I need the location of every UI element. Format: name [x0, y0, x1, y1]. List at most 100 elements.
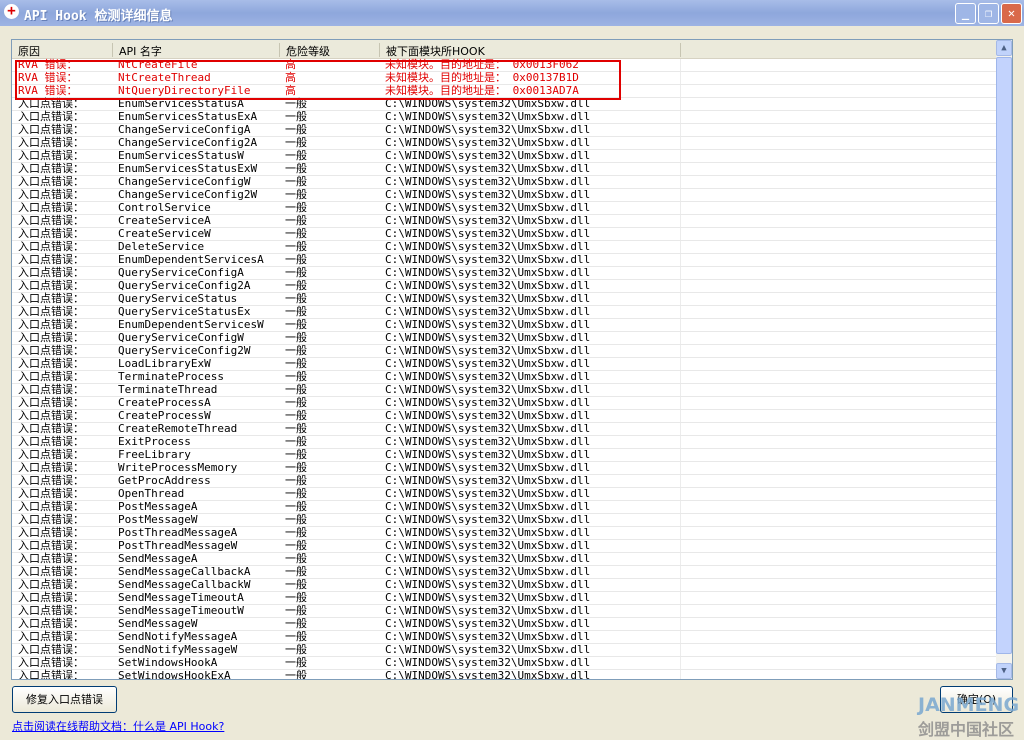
reason-cell: 入口点错误： — [18, 630, 84, 643]
module-cell: C:\WINDOWS\system32\UmxSbxw.dll — [385, 578, 591, 591]
api-cell: ChangeServiceConfigW — [118, 175, 251, 188]
api-cell: LoadLibraryExW — [118, 357, 211, 370]
column-header-reason[interactable]: 原因 — [12, 43, 40, 58]
level-cell: 一般 — [285, 643, 307, 656]
level-cell: 一般 — [285, 305, 307, 318]
level-cell: 一般 — [285, 136, 307, 149]
module-cell: C:\WINDOWS\system32\UmxSbxw.dll — [385, 370, 591, 383]
level-cell: 一般 — [285, 331, 307, 344]
reason-cell: 入口点错误： — [18, 565, 84, 578]
level-cell: 一般 — [285, 578, 307, 591]
module-cell: C:\WINDOWS\system32\UmxSbxw.dll — [385, 669, 591, 680]
reason-cell: 入口点错误： — [18, 578, 84, 591]
module-cell: C:\WINDOWS\system32\UmxSbxw.dll — [385, 188, 591, 201]
level-cell: 一般 — [285, 370, 307, 383]
api-cell: EnumServicesStatusW — [118, 149, 244, 162]
api-cell: EnumDependentServicesW — [118, 318, 264, 331]
api-cell: SendNotifyMessageW — [118, 643, 238, 656]
column-header-level[interactable]: 危险等级 — [279, 43, 330, 58]
module-cell: C:\WINDOWS\system32\UmxSbxw.dll — [385, 240, 591, 253]
module-cell: C:\WINDOWS\system32\UmxSbxw.dll — [385, 565, 591, 578]
level-cell: 一般 — [285, 461, 307, 474]
reason-cell: 入口点错误： — [18, 240, 84, 253]
reason-cell: 入口点错误： — [18, 669, 84, 680]
module-cell: C:\WINDOWS\system32\UmxSbxw.dll — [385, 604, 591, 617]
help-link[interactable]: 点击阅读在线帮助文档：什么是 API Hook? — [12, 718, 224, 734]
title-bar: + API Hook 检测详细信息 _ ❐ ✕ — [0, 0, 1024, 26]
reason-cell: 入口点错误： — [18, 552, 84, 565]
scroll-thumb[interactable] — [996, 57, 1012, 654]
module-cell: C:\WINDOWS\system32\UmxSbxw.dll — [385, 344, 591, 357]
reason-cell: 入口点错误： — [18, 331, 84, 344]
window-title: API Hook 检测详细信息 — [24, 9, 173, 24]
reason-cell: 入口点错误： — [18, 201, 84, 214]
module-cell: C:\WINDOWS\system32\UmxSbxw.dll — [385, 539, 591, 552]
reason-cell: 入口点错误： — [18, 656, 84, 669]
api-cell: OpenThread — [118, 487, 185, 500]
level-cell: 一般 — [285, 513, 307, 526]
level-cell: 一般 — [285, 474, 307, 487]
minimize-button[interactable]: _ — [955, 3, 976, 24]
reason-cell: 入口点错误： — [18, 292, 84, 305]
module-cell: C:\WINDOWS\system32\UmxSbxw.dll — [385, 656, 591, 669]
api-cell: ChangeServiceConfig2W — [118, 188, 258, 201]
vertical-scrollbar[interactable]: ▲ ▼ — [996, 40, 1012, 679]
reason-cell: 入口点错误： — [18, 396, 84, 409]
column-header-api[interactable]: API 名字 — [112, 43, 162, 58]
api-cell: QueryServiceConfigW — [118, 331, 244, 344]
scroll-up-icon[interactable]: ▲ — [996, 40, 1012, 56]
reason-cell: 入口点错误： — [18, 214, 84, 227]
scroll-down-icon[interactable]: ▼ — [996, 663, 1012, 679]
reason-cell: 入口点错误： — [18, 188, 84, 201]
reason-cell: 入口点错误： — [18, 175, 84, 188]
module-cell: C:\WINDOWS\system32\UmxSbxw.dll — [385, 357, 591, 370]
api-cell: CreateServiceA — [118, 214, 211, 227]
api-cell: TerminateProcess — [118, 370, 224, 383]
reason-cell: 入口点错误： — [18, 539, 84, 552]
reason-cell: 入口点错误： — [18, 435, 84, 448]
level-cell: 一般 — [285, 487, 307, 500]
level-cell: 一般 — [285, 149, 307, 162]
level-cell: 一般 — [285, 162, 307, 175]
level-cell: 一般 — [285, 669, 307, 680]
rows: RVA 错误： NtCreateFile 高未知模块。目的地址是： 0x0013F0… — [12, 59, 997, 680]
column-header-module[interactable]: 被下面模块所HOOK — [379, 43, 485, 58]
reason-cell: 入口点错误： — [18, 474, 84, 487]
level-cell: 一般 — [285, 552, 307, 565]
api-cell: ChangeServiceConfigA — [118, 123, 251, 136]
reason-cell: 入口点错误： — [18, 279, 84, 292]
api-cell: SendMessageW — [118, 617, 198, 630]
module-cell: C:\WINDOWS\system32\UmxSbxw.dll — [385, 513, 591, 526]
module-cell: C:\WINDOWS\system32\UmxSbxw.dll — [385, 331, 591, 344]
reason-cell: 入口点错误： — [18, 123, 84, 136]
level-cell: 一般 — [285, 110, 307, 123]
api-cell: SendMessageCallbackA — [118, 565, 251, 578]
module-cell: C:\WINDOWS\system32\UmxSbxw.dll — [385, 292, 591, 305]
level-cell: 一般 — [285, 448, 307, 461]
hook-list[interactable]: 原因 API 名字 危险等级 被下面模块所HOOK RVA 错误： NtCreat… — [11, 39, 1013, 680]
app-icon: + — [4, 4, 19, 19]
module-cell: C:\WINDOWS\system32\UmxSbxw.dll — [385, 487, 591, 500]
level-cell: 一般 — [285, 266, 307, 279]
module-cell: C:\WINDOWS\system32\UmxSbxw.dll — [385, 227, 591, 240]
api-cell: QueryServiceStatus — [118, 292, 238, 305]
reason-cell: 入口点错误： — [18, 591, 84, 604]
level-cell: 一般 — [285, 253, 307, 266]
api-cell: SetWindowsHookExA — [118, 669, 231, 680]
close-button[interactable]: ✕ — [1001, 3, 1022, 24]
level-cell: 一般 — [285, 292, 307, 305]
api-cell: SendNotifyMessageA — [118, 630, 238, 643]
level-cell: 一般 — [285, 201, 307, 214]
fix-entry-errors-button[interactable]: 修复入口点错误 — [12, 686, 117, 713]
reason-cell: 入口点错误： — [18, 526, 84, 539]
level-cell: 一般 — [285, 500, 307, 513]
api-cell: SetWindowsHookA — [118, 656, 218, 669]
module-cell: C:\WINDOWS\system32\UmxSbxw.dll — [385, 162, 591, 175]
api-cell: EnumServicesStatusExA — [118, 110, 258, 123]
level-cell: 一般 — [285, 435, 307, 448]
restore-button[interactable]: ❐ — [978, 3, 999, 24]
table-row[interactable]: 入口点错误： SetWindowsHookExA 一般 C:\WINDOWS\syst… — [12, 670, 997, 680]
highlight-box — [15, 60, 621, 100]
reason-cell: 入口点错误： — [18, 344, 84, 357]
api-cell: PostMessageW — [118, 513, 198, 526]
